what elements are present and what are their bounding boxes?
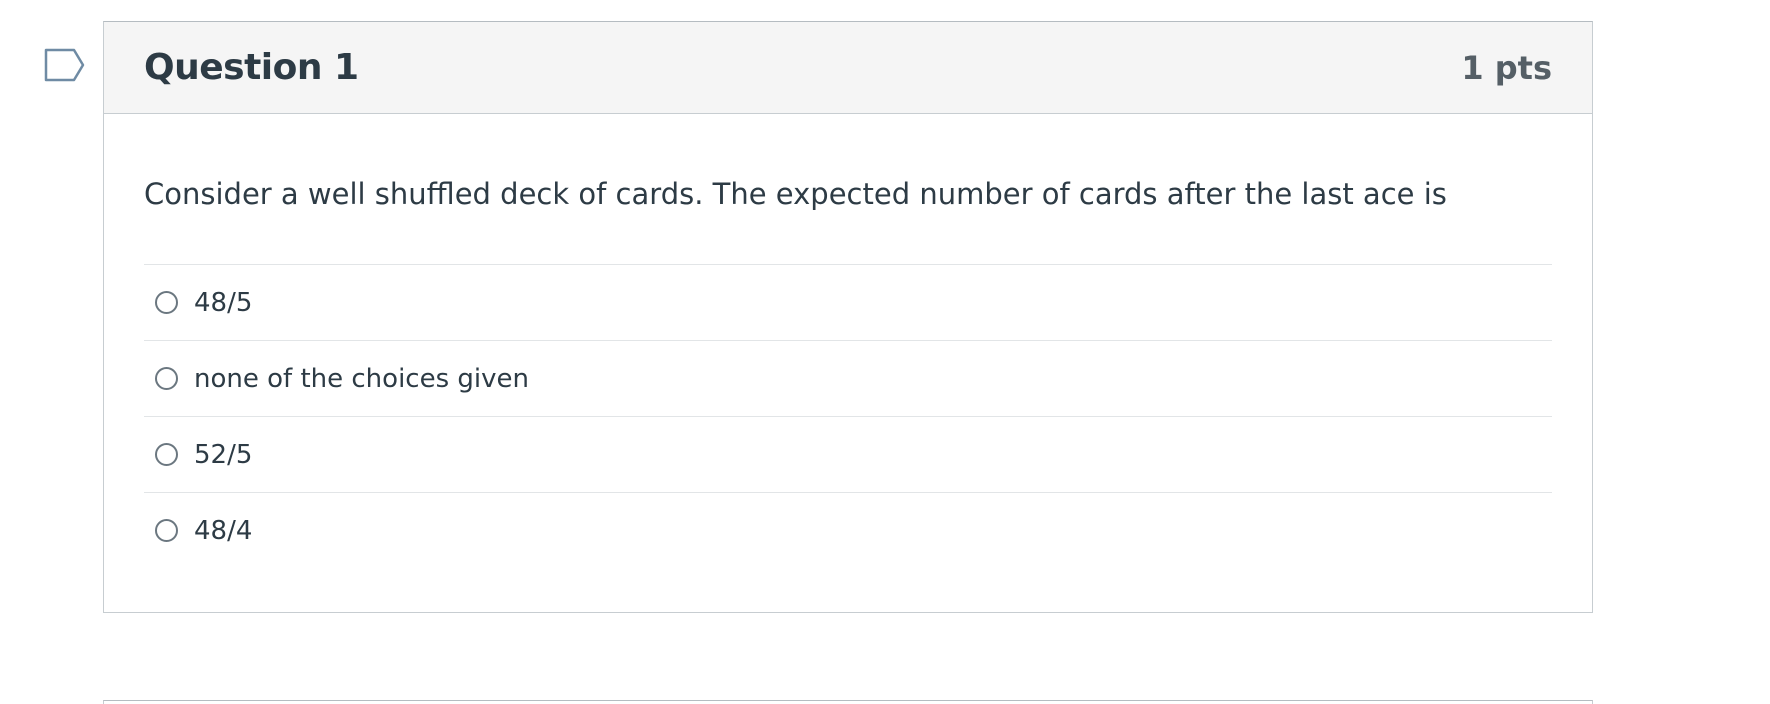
flag-question-icon[interactable] [44,48,86,82]
next-question-card [103,700,1593,704]
question-title: Question 1 [144,47,359,88]
flag-bookmark-icon [44,48,85,82]
question-header: Question 1 1 pts [104,22,1592,114]
question-text: Consider a well shuffled deck of cards. … [144,114,1552,265]
radio-button[interactable] [155,443,178,466]
radio-button[interactable] [155,291,178,314]
quiz-page: Question 1 1 pts Consider a well shuffle… [0,0,1770,704]
answer-option-3[interactable]: 52/5 [144,417,1552,493]
answer-list: 48/5 none of the choices given 52/5 48/4 [144,265,1552,568]
answer-label: 48/4 [194,515,253,546]
answer-label: 52/5 [194,439,253,470]
question-body: Consider a well shuffled deck of cards. … [104,114,1592,568]
answer-option-4[interactable]: 48/4 [144,493,1552,568]
question-card: Question 1 1 pts Consider a well shuffle… [103,21,1593,613]
radio-button[interactable] [155,519,178,542]
answer-option-2[interactable]: none of the choices given [144,341,1552,417]
radio-button[interactable] [155,367,178,390]
answer-label: 48/5 [194,287,253,318]
question-points: 1 pts [1461,48,1552,87]
answer-option-1[interactable]: 48/5 [144,265,1552,341]
answer-label: none of the choices given [194,363,529,394]
